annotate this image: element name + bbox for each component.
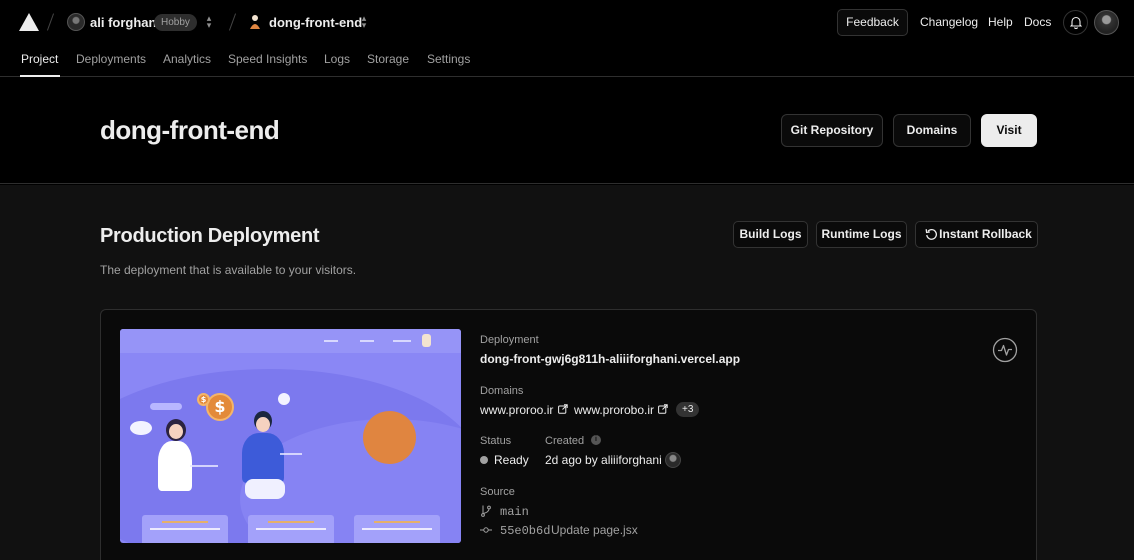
build-logs-button[interactable]: Build Logs <box>733 221 808 248</box>
status-label: Status <box>480 435 512 447</box>
preview-cloud <box>130 421 152 435</box>
rollback-icon <box>925 228 937 240</box>
tab-logs[interactable]: Logs <box>324 52 350 66</box>
preview-person-legs <box>245 479 285 499</box>
project-header: dong-front-end Git Repository Domains Vi… <box>0 78 1134 184</box>
info-icon[interactable]: i <box>591 435 601 445</box>
notifications-button[interactable] <box>1063 10 1088 35</box>
tab-analytics[interactable]: Analytics <box>163 52 211 66</box>
team-name[interactable]: ali forghani <box>90 15 160 30</box>
project-tabs: Project Deployments Analytics Speed Insi… <box>0 44 1134 77</box>
tab-storage[interactable]: Storage <box>367 52 409 66</box>
changelog-link[interactable]: Changelog <box>920 15 978 29</box>
section-title: Production Deployment <box>100 225 320 247</box>
preview-text-line <box>280 453 302 455</box>
git-branch-icon <box>481 505 491 517</box>
instant-rollback-button[interactable]: Instant Rollback <box>915 221 1038 248</box>
preview-feature-box <box>248 515 334 543</box>
git-commit-icon <box>480 527 492 533</box>
domain-link[interactable]: www.proroo.ir <box>480 403 553 417</box>
project-name[interactable]: dong-front-end <box>269 15 362 30</box>
preview-navbar <box>120 329 461 353</box>
page-title: dong-front-end <box>100 115 280 145</box>
instant-rollback-label: Instant Rollback <box>939 227 1032 241</box>
status-dot <box>480 456 488 464</box>
tab-settings[interactable]: Settings <box>427 52 470 66</box>
help-link[interactable]: Help <box>988 15 1013 29</box>
domains-label: Domains <box>480 385 524 397</box>
preview-orange-circle <box>363 411 416 464</box>
main-content: Production Deployment The deployment tha… <box>0 185 1134 560</box>
tab-project[interactable]: Project <box>21 52 58 66</box>
preview-person-face <box>169 424 183 439</box>
deployment-card: $ $ Deployment dong-front-gwj6g811h-alii… <box>100 309 1037 560</box>
author-avatar <box>665 452 681 468</box>
preview-feature-box <box>354 515 440 543</box>
deployment-label: Deployment <box>480 334 539 346</box>
vercel-triangle-icon[interactable] <box>18 12 40 32</box>
source-branch[interactable]: main <box>500 505 529 519</box>
preview-person-body <box>158 441 192 491</box>
top-bar: ali forghani Hobby ▴ ▾ dong-front-end ▴ ▾ … <box>0 0 1134 44</box>
project-icon <box>250 15 260 29</box>
account-avatar[interactable] <box>1094 10 1119 35</box>
preview-nav-item <box>393 340 411 342</box>
bell-icon <box>1070 16 1082 29</box>
status-value: Ready <box>494 453 529 467</box>
external-link-icon[interactable] <box>558 404 568 414</box>
preview-feature-box <box>142 515 228 543</box>
domains-button[interactable]: Domains <box>893 114 971 147</box>
runtime-logs-button[interactable]: Runtime Logs <box>816 221 907 248</box>
preview-coin: $ <box>197 393 210 406</box>
active-tab-indicator <box>20 75 60 77</box>
feedback-button[interactable]: Feedback <box>837 9 908 36</box>
preview-person-body <box>242 433 284 483</box>
created-label: Created <box>545 435 585 447</box>
preview-nav-item <box>360 340 374 342</box>
tab-deployments[interactable]: Deployments <box>76 52 146 66</box>
plan-badge: Hobby <box>154 14 197 31</box>
preview-coin: $ <box>206 393 234 421</box>
docs-link[interactable]: Docs <box>1024 15 1051 29</box>
commit-hash[interactable]: 55e0b6d <box>500 524 550 538</box>
preview-bubble <box>150 403 182 410</box>
deployment-url[interactable]: dong-front-gwj6g811h-aliiiforghani.verce… <box>480 352 740 366</box>
more-domains-badge[interactable]: +3 <box>676 402 700 417</box>
preview-nav-item <box>324 340 338 342</box>
preview-cloud <box>278 393 290 405</box>
chevron-updown-icon[interactable]: ▴ ▾ <box>204 14 214 30</box>
domain-link[interactable]: www.prorobo.ir <box>574 403 654 417</box>
visit-button[interactable]: Visit <box>981 114 1037 147</box>
preview-text-line <box>190 465 218 467</box>
tab-speed-insights[interactable]: Speed Insights <box>228 52 307 66</box>
section-subtitle: The deployment that is available to your… <box>100 263 357 277</box>
created-value: 2d ago by aliiiforghani <box>545 453 662 467</box>
source-label: Source <box>480 486 515 498</box>
breadcrumb-separator <box>47 13 55 31</box>
commit-message: Update page.jsx <box>551 523 638 537</box>
breadcrumb-separator <box>229 13 237 31</box>
git-repository-button[interactable]: Git Repository <box>781 114 883 147</box>
pulse-icon[interactable] <box>992 337 1018 363</box>
external-link-icon[interactable] <box>658 404 668 414</box>
preview-logo <box>422 334 431 347</box>
preview-person-face <box>256 417 270 432</box>
deployment-preview[interactable]: $ $ <box>120 329 461 543</box>
user-avatar <box>67 13 85 31</box>
chevron-updown-icon[interactable]: ▴ ▾ <box>359 14 369 30</box>
